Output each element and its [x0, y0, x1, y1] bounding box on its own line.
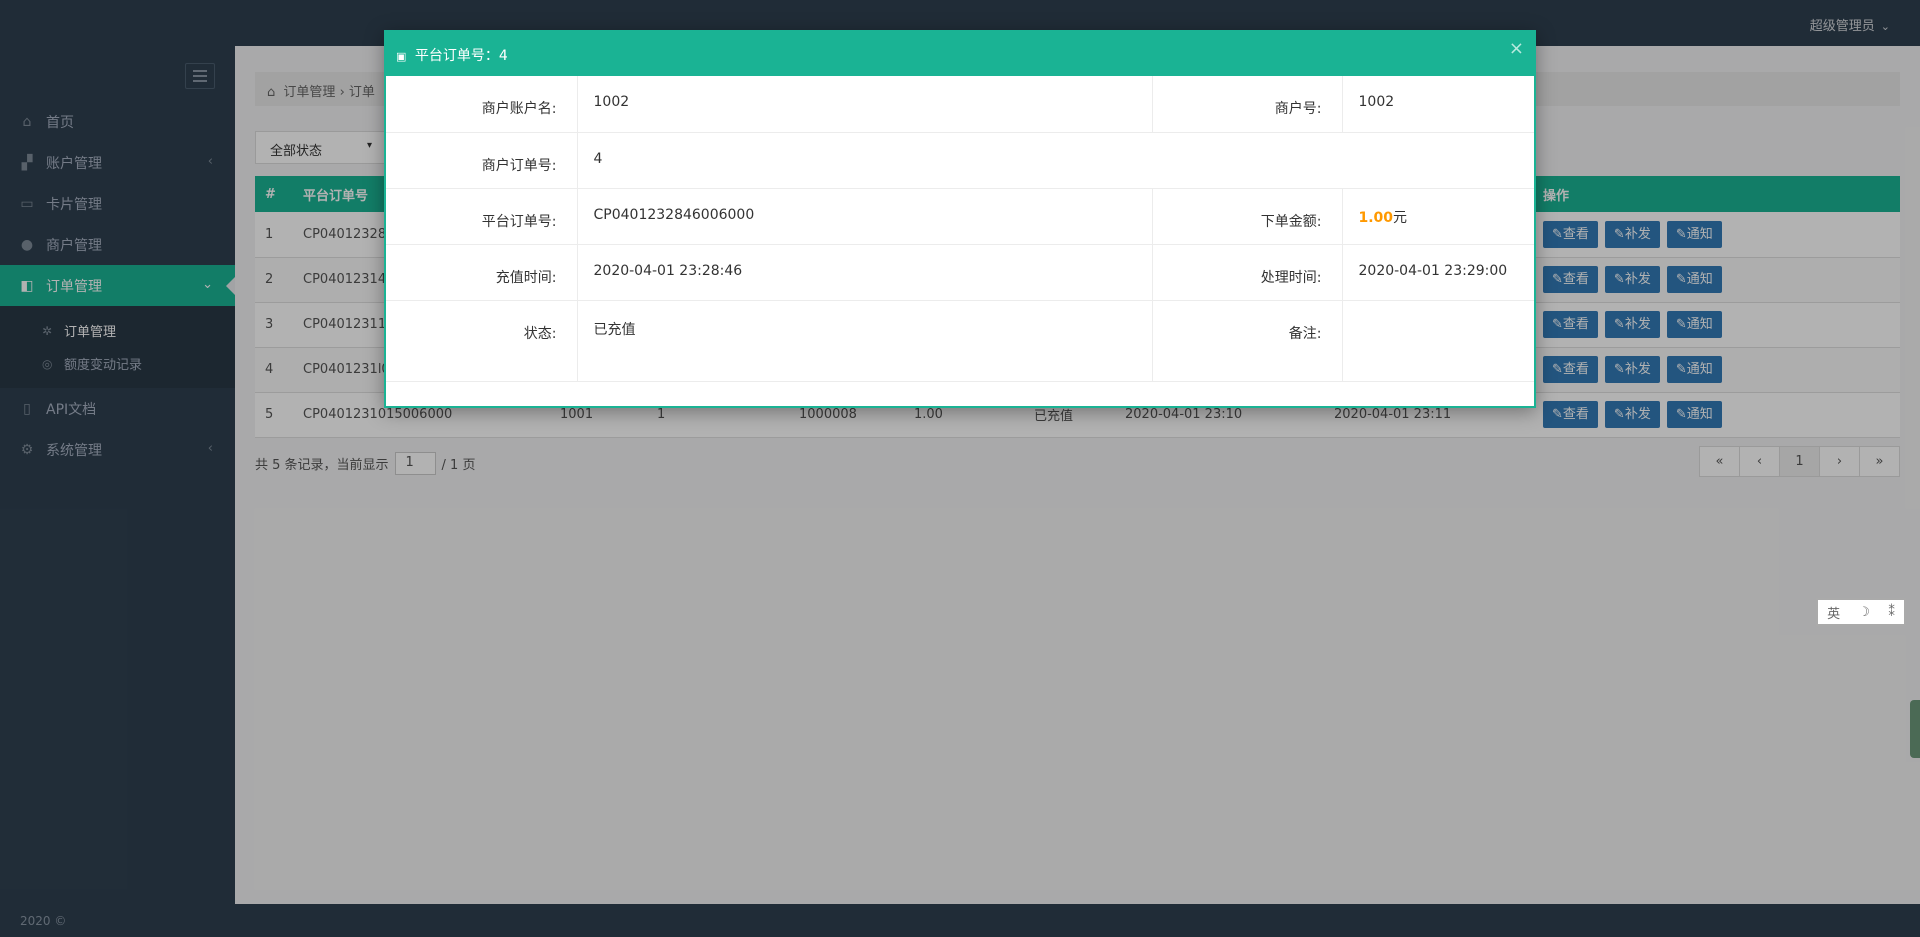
merchant-no-label: 商户号: — [1152, 76, 1343, 133]
process-time-label: 处理时间: — [1152, 244, 1343, 301]
process-time-value: 2020-04-01 23:29:00 — [1342, 244, 1534, 301]
amount-value: 1.00元 — [1342, 188, 1534, 245]
gift-icon: ▣ — [396, 50, 407, 63]
detail-row: 平台订单号: CP0401232846006000 下单金额: 1.00元 — [386, 188, 1534, 245]
detail-row: 充值时间: 2020-04-01 23:28:46 处理时间: 2020-04-01 … — [386, 244, 1534, 301]
moon-icon[interactable]: ☽ — [1858, 605, 1870, 620]
remark-label: 备注: — [1152, 300, 1343, 382]
merchant-order-label: 商户订单号: — [386, 132, 578, 189]
recharge-time-label: 充值时间: — [386, 244, 578, 301]
status-label: 状态: — [386, 300, 578, 382]
modal-header: ▣ 平台订单号：4 × — [386, 32, 1534, 76]
merchant-account-value: 1002 — [577, 76, 1153, 133]
ime-lang-toggle[interactable]: 英 — [1827, 603, 1840, 622]
remark-value — [1342, 300, 1534, 382]
recharge-time-value: 2020-04-01 23:28:46 — [577, 244, 1153, 301]
detail-row: 商户订单号: 4 — [386, 132, 1534, 189]
order-detail-modal: ▣ 平台订单号：4 × 商户账户名: 1002 商户号: 1002 商户订单号: 4 平台订… — [384, 30, 1536, 408]
ime-toolbar[interactable]: 英 ☽ ⁑ — [1816, 598, 1906, 626]
punctuation-icon[interactable]: ⁑ — [1888, 605, 1895, 620]
merchant-no-value: 1002 — [1342, 76, 1534, 133]
amount-number: 1.00 — [1358, 209, 1394, 226]
status-value: 已充值 — [577, 300, 1153, 382]
order-detail-table: 商户账户名: 1002 商户号: 1002 商户订单号: 4 平台订单号: CP0401232… — [386, 76, 1534, 382]
close-icon[interactable]: × — [1509, 38, 1524, 59]
platform-order-label: 平台订单号: — [386, 188, 578, 245]
detail-row: 商户账户名: 1002 商户号: 1002 — [386, 76, 1534, 133]
side-panel-handle[interactable] — [1910, 700, 1920, 758]
detail-row: 状态: 已充值 备注: — [386, 300, 1534, 382]
amount-unit: 元 — [1393, 209, 1408, 226]
amount-label: 下单金额: — [1152, 188, 1343, 245]
merchant-order-value: 4 — [577, 132, 1534, 189]
platform-order-value: CP0401232846006000 — [577, 188, 1153, 245]
merchant-account-label: 商户账户名: — [386, 76, 578, 133]
modal-title: 平台订单号：4 — [414, 48, 508, 64]
